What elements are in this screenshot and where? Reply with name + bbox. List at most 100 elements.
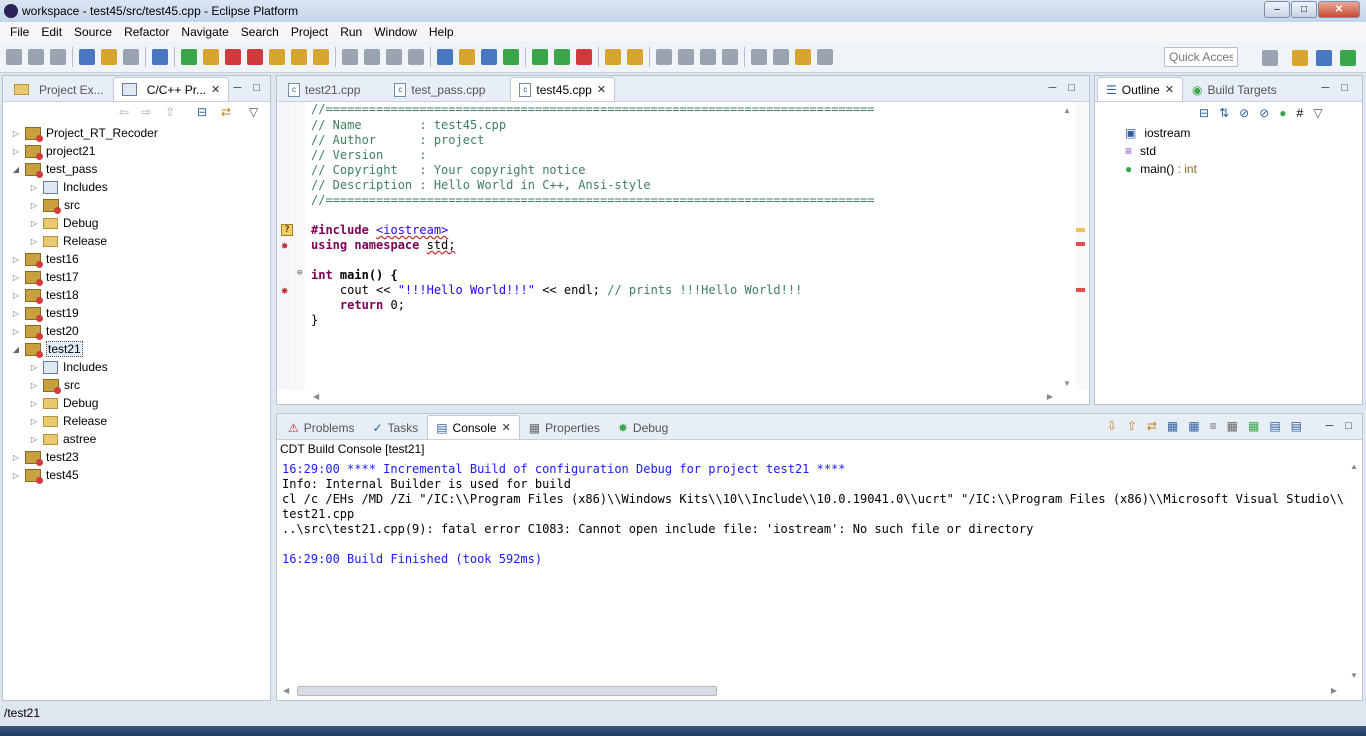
tree-item[interactable]: ▷ test20 <box>3 322 79 340</box>
fold-icon[interactable]: ⊖ <box>297 268 302 278</box>
tree-item[interactable]: ▷ Includes <box>3 178 108 196</box>
new-class-icon[interactable] <box>503 49 519 65</box>
remove-icon[interactable]: ▦ <box>1227 419 1238 433</box>
back-icon[interactable] <box>795 49 811 65</box>
debug-icon[interactable] <box>532 49 548 65</box>
word-wrap-icon[interactable] <box>678 49 694 65</box>
overview-ruler[interactable] <box>1076 102 1088 390</box>
menu-file[interactable]: File <box>4 25 35 39</box>
expanded-arrow-icon[interactable]: ◢ <box>11 165 21 174</box>
tree-item[interactable]: ◢ test_pass <box>3 160 97 178</box>
minimize-view-icon[interactable]: ─ <box>1326 420 1334 432</box>
menu-edit[interactable]: Edit <box>35 25 68 39</box>
copy-icon[interactable]: ▦ <box>1188 419 1199 433</box>
menu-source[interactable]: Source <box>68 25 118 39</box>
suspend-icon[interactable] <box>203 49 219 65</box>
instruction-step-icon[interactable] <box>342 49 358 65</box>
hide-fields-icon[interactable]: ⊘ <box>1239 106 1249 120</box>
prev-annotation-icon[interactable] <box>773 49 789 65</box>
collapsed-arrow-icon[interactable]: ▷ <box>29 417 39 426</box>
scroll-lock-icon[interactable]: ⇄ <box>1147 419 1157 433</box>
run-icon[interactable] <box>554 49 570 65</box>
tree-item[interactable]: ▷ astree <box>3 430 96 448</box>
code-editor[interactable]: //======================================… <box>277 102 1072 390</box>
menu-help[interactable]: Help <box>423 25 460 39</box>
console-vertical-scrollbar[interactable]: ▲ ▼ <box>1347 458 1361 682</box>
collapsed-arrow-icon[interactable]: ▷ <box>29 399 39 408</box>
back-icon[interactable]: ⇦ <box>119 105 129 119</box>
skip-breakpoints-icon[interactable] <box>152 49 168 65</box>
collapsed-arrow-icon[interactable]: ▷ <box>29 183 39 192</box>
open-type-icon[interactable] <box>605 49 621 65</box>
binary-icon[interactable] <box>123 49 139 65</box>
maximize-view-icon[interactable]: □ <box>253 82 260 94</box>
view-menu-icon[interactable]: ▽ <box>249 105 258 119</box>
collapsed-arrow-icon[interactable]: ▷ <box>29 201 39 210</box>
error-marker-icon[interactable]: ✸ <box>281 239 293 251</box>
open-perspective-icon[interactable] <box>1262 50 1278 66</box>
menu-navigate[interactable]: Navigate <box>175 25 234 39</box>
new-folder-icon[interactable] <box>459 49 475 65</box>
tab-project-explorer[interactable]: Project Ex... <box>5 77 113 101</box>
collapsed-arrow-icon[interactable]: ▷ <box>11 291 21 300</box>
resume-icon[interactable] <box>181 49 197 65</box>
terminate-icon[interactable] <box>225 49 241 65</box>
toggle-mark-icon[interactable] <box>656 49 672 65</box>
tab-properties[interactable]: ▦ Properties <box>520 415 609 439</box>
console-horizontal-scrollbar[interactable]: ◀ ▶ <box>281 684 1341 698</box>
collapsed-arrow-icon[interactable]: ▷ <box>11 453 21 462</box>
collapse-all-icon[interactable]: ⊟ <box>1199 106 1209 120</box>
scroll-up-icon[interactable]: ⇧ <box>1127 419 1137 433</box>
up-icon[interactable]: ⇧ <box>165 105 175 119</box>
resource-perspective-icon[interactable] <box>1316 50 1332 66</box>
tree-item[interactable]: ▷ src <box>3 196 80 214</box>
collapsed-arrow-icon[interactable]: ▷ <box>29 237 39 246</box>
restart-icon[interactable] <box>408 49 424 65</box>
collapsed-arrow-icon[interactable]: ▷ <box>29 363 39 372</box>
hide-macros-icon[interactable]: # <box>1297 106 1304 120</box>
vertical-scrollbar[interactable]: ▲ ▼ <box>1060 102 1074 390</box>
minimize-view-icon[interactable]: ─ <box>1322 82 1330 94</box>
expanded-arrow-icon[interactable]: ◢ <box>11 345 21 354</box>
block-selection-icon[interactable] <box>722 49 738 65</box>
tree-item[interactable]: ▷ src <box>3 376 80 394</box>
warning-marker-icon[interactable]: ? <box>281 224 293 236</box>
link-editor-icon[interactable]: ⇄ <box>221 105 231 119</box>
menu-window[interactable]: Window <box>368 25 423 39</box>
open-console-icon[interactable]: ▤ <box>1291 419 1302 433</box>
new-icon[interactable] <box>6 49 22 65</box>
tree-item[interactable]: ▷ Release <box>3 232 107 250</box>
sort-icon[interactable]: ⇅ <box>1219 106 1229 120</box>
outline-item-iostream[interactable]: ▣ iostream <box>1125 124 1190 142</box>
error-marker-icon[interactable]: ✸ <box>281 284 293 296</box>
new-file-icon[interactable] <box>481 49 497 65</box>
horizontal-scrollbar[interactable]: ◀ ▶ <box>307 390 1057 404</box>
collapsed-arrow-icon[interactable]: ▷ <box>29 435 39 444</box>
save-all-icon[interactable] <box>50 49 66 65</box>
pin-console-icon[interactable]: ▦ <box>1248 419 1259 433</box>
external-tools-icon[interactable] <box>576 49 592 65</box>
search-icon[interactable] <box>627 49 643 65</box>
tab-debug[interactable]: ✸ Debug <box>609 415 677 439</box>
settings-icon[interactable] <box>79 49 95 65</box>
tree-item[interactable]: ▷ test23 <box>3 448 79 466</box>
forward-icon[interactable] <box>817 49 833 65</box>
tree-item[interactable]: ▷ test16 <box>3 250 79 268</box>
outline-item-main[interactable]: ● main() : int <box>1125 160 1197 178</box>
maximize-view-icon[interactable]: □ <box>1068 82 1075 94</box>
tree-item[interactable]: ▷ Debug <box>3 214 98 232</box>
hide-static-icon[interactable]: ⊘ <box>1259 106 1269 120</box>
word-wrap-icon[interactable]: ≡ <box>1210 419 1217 433</box>
tab-build-targets[interactable]: ◉ Build Targets <box>1183 77 1286 101</box>
tree-item[interactable]: ◢ test21 <box>3 340 83 358</box>
minimize-view-icon[interactable]: ─ <box>1049 82 1057 94</box>
hide-nonpublic-icon[interactable]: ● <box>1279 106 1286 120</box>
drop-frame-icon[interactable] <box>364 49 380 65</box>
collapsed-arrow-icon[interactable]: ▷ <box>11 129 21 138</box>
menu-project[interactable]: Project <box>285 25 334 39</box>
tree-item[interactable]: ▷ Release <box>3 412 107 430</box>
close-tab-icon[interactable]: ✕ <box>1165 83 1174 96</box>
tree-item[interactable]: ▷ test19 <box>3 304 79 322</box>
clear-console-icon[interactable]: ▦ <box>1167 419 1178 433</box>
console-output[interactable]: 16:29:00 **** Incremental Build of confi… <box>277 458 1345 682</box>
